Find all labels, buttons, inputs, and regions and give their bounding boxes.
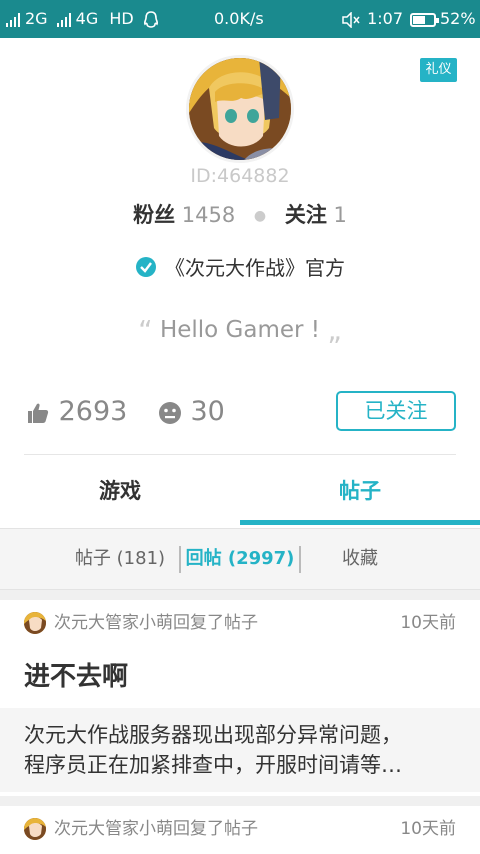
motto-text: Hello Gamer ! bbox=[159, 317, 321, 343]
section-gap bbox=[0, 590, 480, 600]
open-quote-icon: “ bbox=[138, 314, 153, 347]
post-time: 10天前 bbox=[400, 819, 456, 839]
hd-indicator: HD bbox=[109, 9, 134, 28]
avatar-image bbox=[189, 58, 291, 160]
verified-icon bbox=[136, 257, 156, 277]
etiquette-badge[interactable]: 礼仪 bbox=[420, 58, 457, 82]
close-quote-icon: „ bbox=[327, 314, 342, 347]
active-tab-indicator bbox=[240, 520, 480, 525]
network-type-2: 4G bbox=[75, 9, 99, 28]
user-id: ID:464882 bbox=[190, 165, 290, 187]
subtab-replies[interactable]: 回帖 (2997) bbox=[184, 529, 296, 589]
avatar bbox=[24, 612, 46, 634]
follow-stats: 粉丝 1458 ● 关注 1 bbox=[0, 199, 480, 229]
post-title: 进不去啊 bbox=[24, 662, 129, 692]
official-verification: 《次元大作战》官方 bbox=[0, 252, 480, 281]
battery-icon bbox=[410, 12, 439, 27]
avatar[interactable] bbox=[186, 55, 294, 163]
following-count: 1 bbox=[333, 203, 347, 227]
subtab-posts[interactable]: 帖子 (181) bbox=[60, 529, 180, 589]
post-action: 次元大管家小萌回复了帖子 bbox=[54, 613, 258, 633]
fans-count: 1458 bbox=[181, 203, 236, 227]
separator-dot: ● bbox=[253, 208, 267, 224]
subtab-bar: 帖子 (181) 回帖 (2997) 收藏 bbox=[0, 528, 480, 590]
post-action: 次元大管家小萌回复了帖子 bbox=[54, 819, 258, 839]
official-text: 《次元大作战》官方 bbox=[165, 256, 345, 280]
post-excerpt-line: 程序员正在加紧排查中，开服时间请等… bbox=[24, 753, 402, 777]
follow-button[interactable]: 已关注 bbox=[336, 391, 456, 431]
subtab-favorites[interactable]: 收藏 bbox=[320, 529, 400, 589]
post-meta: 次元大管家小萌回复了帖子 bbox=[24, 816, 258, 842]
tab-games[interactable]: 游戏 bbox=[0, 466, 240, 516]
fans-stat[interactable]: 粉丝 1458 bbox=[133, 203, 235, 227]
subtab-divider bbox=[299, 546, 301, 573]
fans-label: 粉丝 bbox=[133, 203, 176, 227]
network-type-1: 2G bbox=[25, 9, 48, 28]
section-gap bbox=[0, 796, 480, 806]
user-motto: “ Hello Gamer ! „ bbox=[0, 314, 480, 347]
post-excerpt-line: 次元大作战服务器现出现部分异常问题， bbox=[24, 723, 402, 747]
thumbs-up-icon bbox=[28, 403, 49, 423]
clock: 1:07 bbox=[367, 9, 404, 28]
dislike-face-icon bbox=[158, 401, 181, 424]
dislikes-count: 30 bbox=[190, 396, 225, 427]
post-excerpt: 次元大作战服务器现出现部分异常问题， 程序员正在加紧排查中，开服时间请等… bbox=[0, 708, 480, 792]
post-time: 10天前 bbox=[400, 613, 456, 633]
subtab-divider bbox=[179, 546, 181, 573]
divider bbox=[24, 454, 456, 455]
list-item[interactable]: 次元大管家小萌回复了帖子 10天前 进不去啊 次元大作战服务器现出现部分异常问题… bbox=[0, 600, 480, 796]
list-item[interactable]: 次元大管家小萌回复了帖子 10天前 bbox=[0, 806, 480, 854]
status-bar: 2G 4G HD 0.0K/s 1:07 52% bbox=[0, 0, 480, 38]
signal-icon bbox=[56, 12, 73, 27]
mute-icon bbox=[342, 10, 360, 29]
following-stat[interactable]: 关注 1 bbox=[285, 203, 347, 227]
avatar bbox=[24, 818, 46, 840]
battery-level: 52% bbox=[440, 9, 476, 28]
qq-icon bbox=[143, 10, 158, 28]
signal-icon bbox=[6, 12, 22, 27]
post-meta: 次元大管家小萌回复了帖子 bbox=[24, 610, 258, 636]
reaction-stats: 2693 30 bbox=[26, 392, 225, 432]
following-label: 关注 bbox=[284, 203, 327, 227]
tab-posts[interactable]: 帖子 bbox=[240, 466, 480, 516]
network-speed: 0.0K/s bbox=[214, 9, 264, 28]
likes-count: 2693 bbox=[58, 396, 128, 427]
